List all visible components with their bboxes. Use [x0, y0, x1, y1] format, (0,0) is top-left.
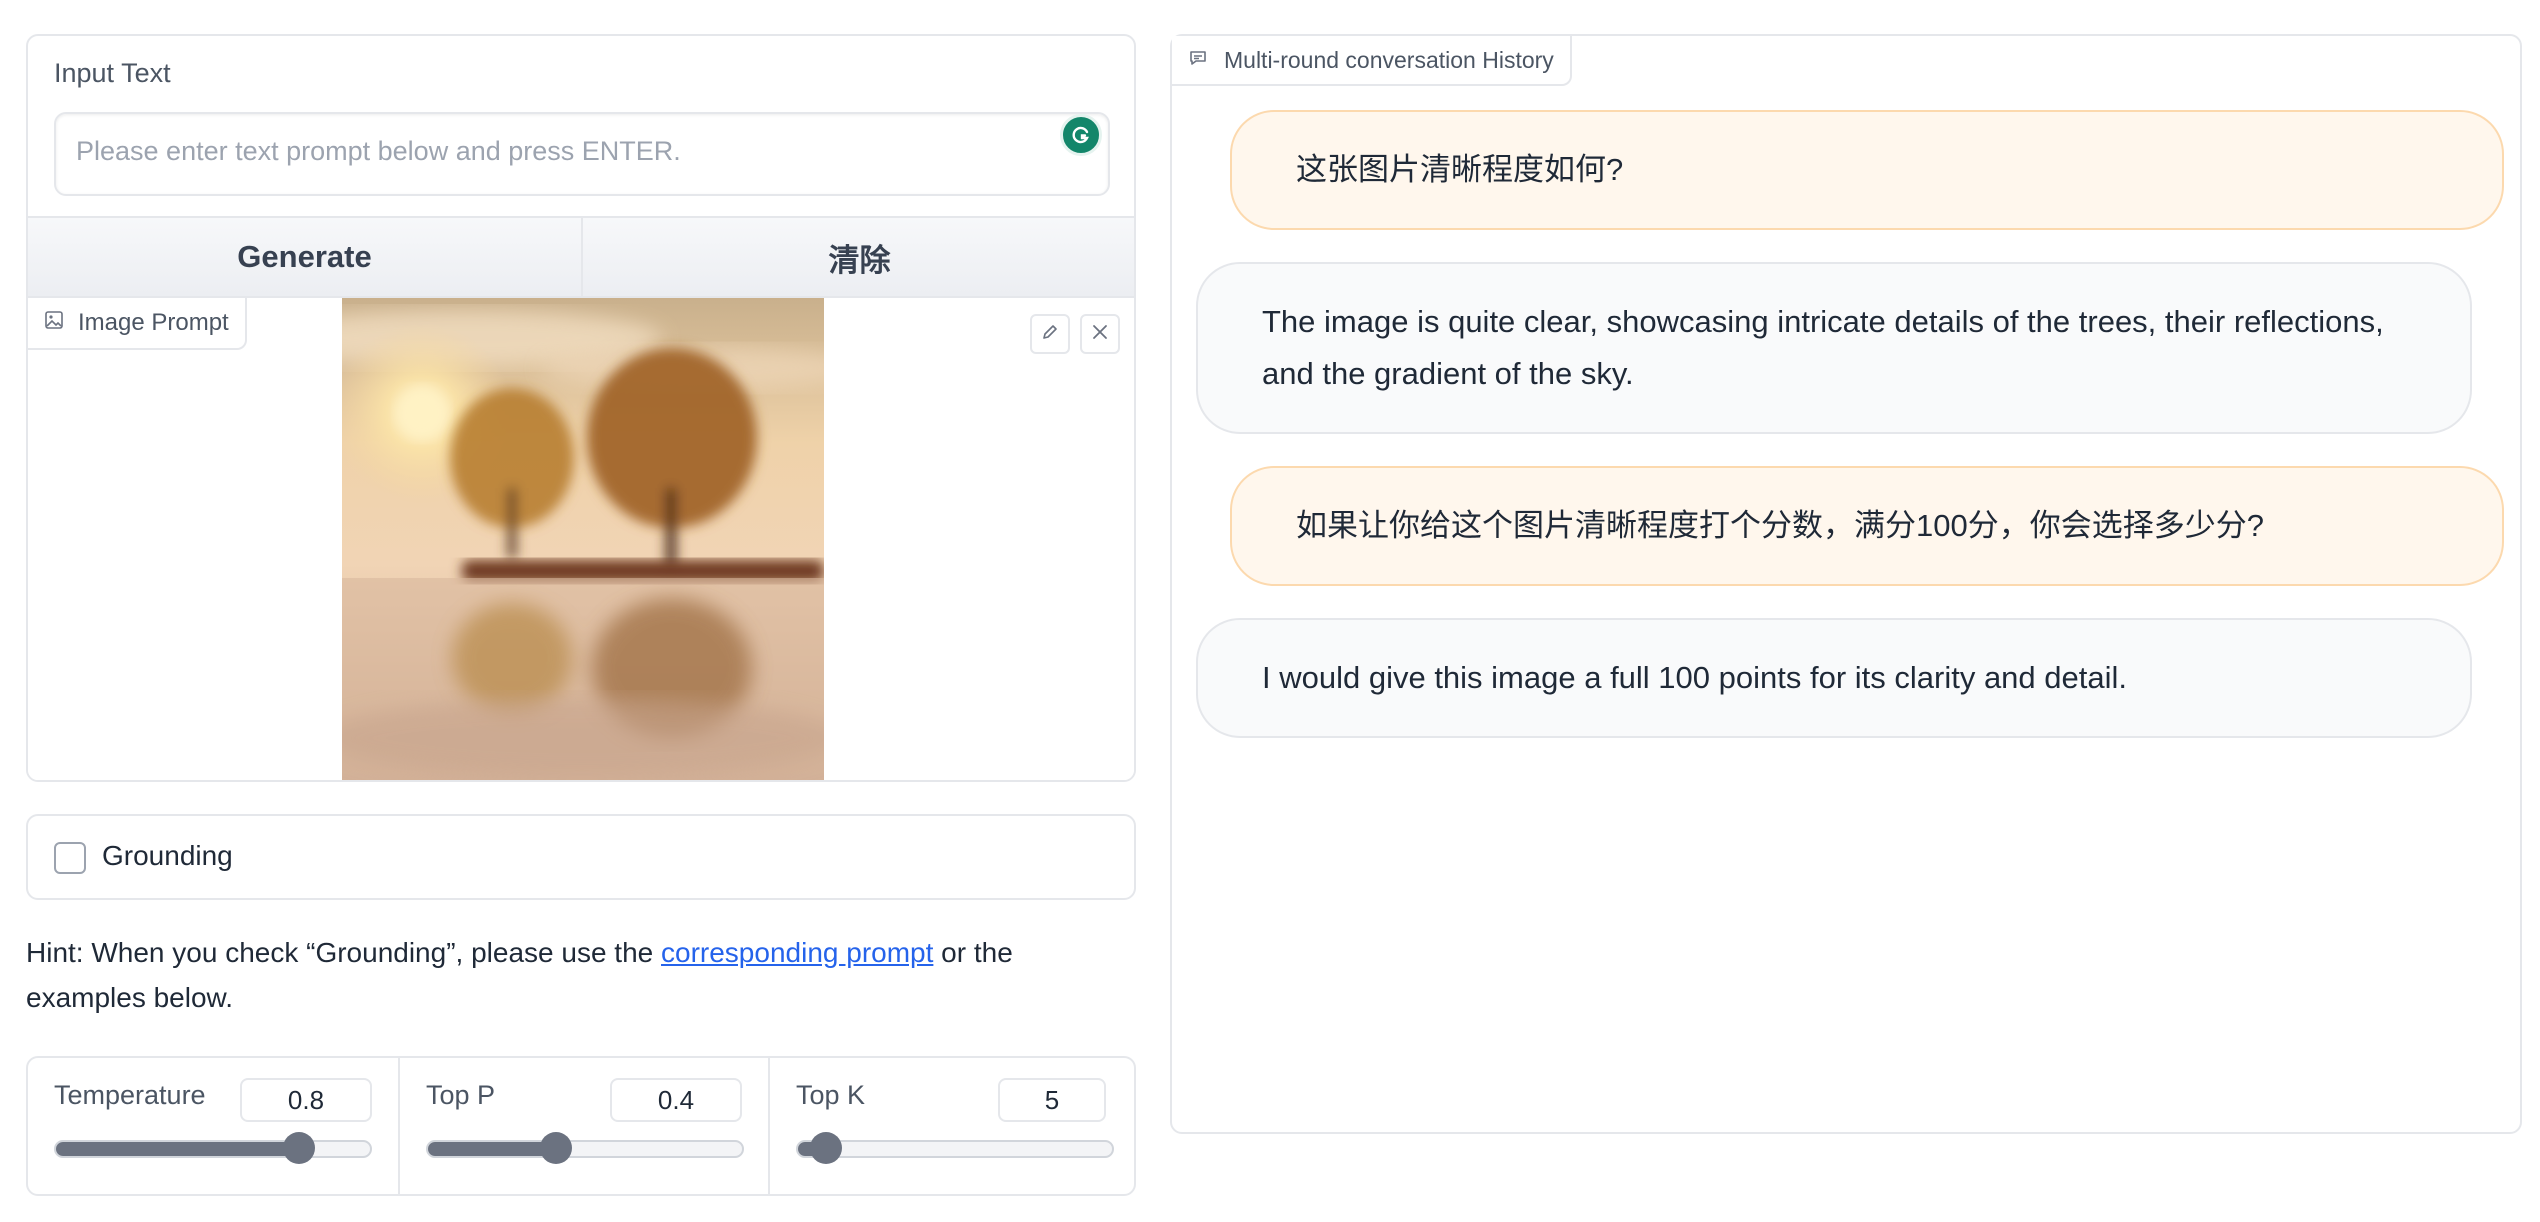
top-k-slider-track[interactable]	[796, 1140, 1114, 1158]
top-p-label: Top P	[426, 1080, 496, 1110]
bot-message: I would give this image a full 100 point…	[1196, 618, 2472, 738]
temperature-slider-group: Temperature 0.8	[28, 1058, 398, 1194]
grounding-panel: Grounding	[26, 814, 1136, 900]
edit-image-button[interactable]	[1030, 314, 1070, 354]
top-p-slider-group: Top P 0.4	[398, 1058, 768, 1194]
clear-button[interactable]: 清除	[583, 218, 1134, 296]
temperature-slider-track[interactable]	[54, 1140, 372, 1158]
grammarly-icon[interactable]	[1060, 114, 1102, 156]
temperature-label: Temperature	[54, 1080, 206, 1110]
temperature-value-input[interactable]: 0.8	[240, 1078, 372, 1122]
text-prompt-input[interactable]: Please enter text prompt below and press…	[54, 112, 1110, 196]
top-p-slider-thumb[interactable]	[540, 1132, 573, 1164]
text-prompt-placeholder: Please enter text prompt below and press…	[76, 136, 681, 166]
message-text: 这张图片清晰程度如何?	[1296, 152, 1624, 187]
parameter-sliders-panel: Temperature 0.8 Top P 0.4 Top K 5	[26, 1056, 1136, 1196]
user-message: 这张图片清晰程度如何?	[1230, 110, 2504, 230]
chat-icon	[1188, 47, 1208, 74]
chat-history-tag: Multi-round conversation History	[1172, 36, 1572, 86]
top-k-slider-thumb[interactable]	[810, 1132, 843, 1164]
grounding-checkbox[interactable]	[54, 842, 86, 874]
chat-history-title: Multi-round conversation History	[1224, 46, 1554, 73]
message-text: I would give this image a full 100 point…	[1262, 660, 2128, 695]
top-k-value-input[interactable]: 5	[998, 1078, 1106, 1122]
remove-image-button[interactable]	[1080, 314, 1120, 354]
grounding-label: Grounding	[102, 840, 233, 871]
action-button-row: Generate 清除	[28, 216, 1134, 298]
corresponding-prompt-link[interactable]: corresponding prompt	[661, 937, 933, 968]
generate-button[interactable]: Generate	[28, 218, 583, 296]
input-text-label: Input Text	[54, 58, 171, 88]
message-text: 如果让你给这个图片清晰程度打个分数，满分100分，你会选择多少分?	[1296, 508, 2264, 543]
top-p-slider-fill	[428, 1142, 554, 1156]
chat-history-panel: Multi-round conversation History 这张图片清晰程…	[1170, 34, 2522, 1134]
close-icon	[1091, 323, 1109, 346]
top-k-slider-group: Top K 5	[768, 1058, 1134, 1194]
message-text: The image is quite clear, showcasing int…	[1262, 304, 2384, 391]
image-prompt-area[interactable]: Image Prompt	[28, 298, 1134, 780]
top-p-slider-track[interactable]	[426, 1140, 744, 1158]
grounding-hint: Hint: When you check “Grounding”, please…	[26, 930, 1126, 1020]
top-k-label: Top K	[796, 1080, 866, 1110]
temperature-slider-fill	[56, 1142, 308, 1156]
temperature-slider-thumb[interactable]	[282, 1132, 315, 1164]
hint-prefix: Hint: When you check “Grounding”, please…	[26, 937, 662, 968]
input-panel: Input Text Please enter text prompt belo…	[26, 34, 1136, 782]
image-prompt-label: Image Prompt	[78, 309, 229, 336]
user-message: 如果让你给这个图片清晰程度打个分数，满分100分，你会选择多少分?	[1230, 466, 2504, 586]
bot-message: The image is quite clear, showcasing int…	[1196, 262, 2472, 434]
pencil-icon	[1040, 322, 1060, 347]
uploaded-landscape-image	[342, 298, 824, 780]
image-icon	[44, 309, 64, 337]
image-prompt-tag: Image Prompt	[28, 298, 247, 350]
top-p-value-input[interactable]: 0.4	[610, 1078, 742, 1122]
